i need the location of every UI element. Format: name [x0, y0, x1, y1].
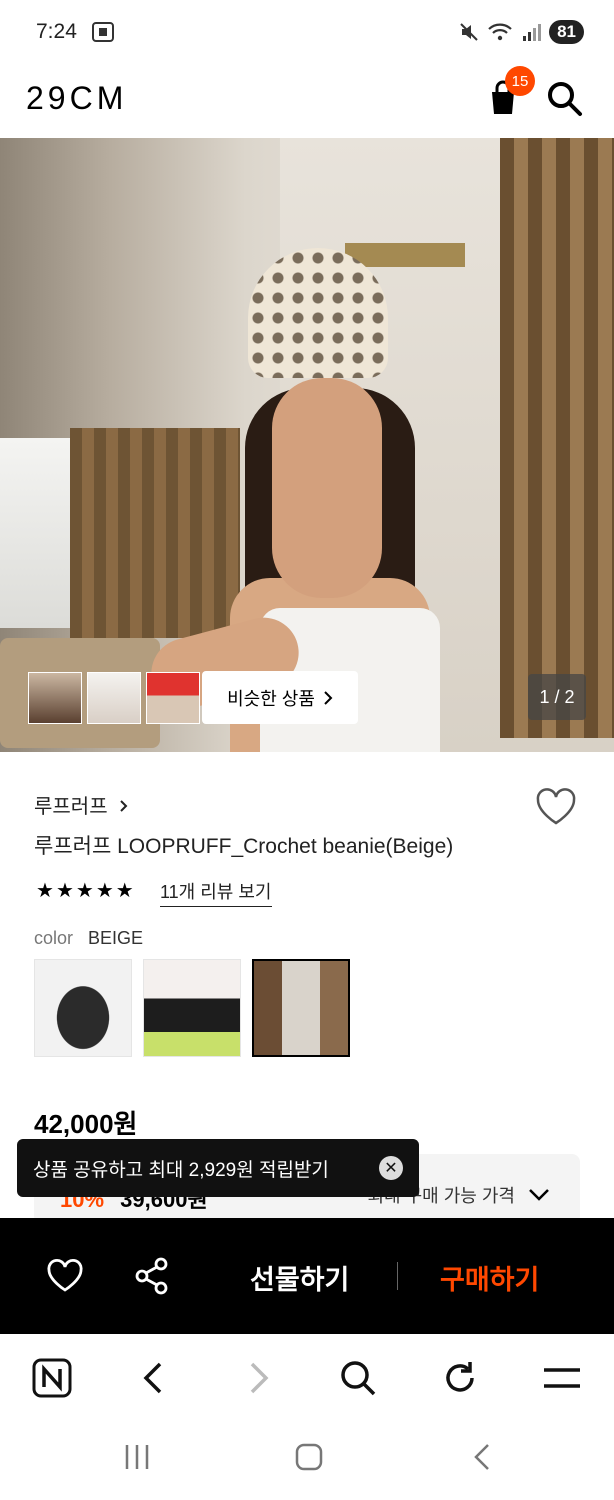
search-icon[interactable] [338, 1358, 378, 1398]
share-icon[interactable] [133, 1256, 171, 1296]
color-swatches [34, 959, 350, 1057]
heart-icon[interactable] [534, 787, 578, 827]
mute-icon [460, 23, 478, 41]
browser-toolbar [0, 1334, 614, 1422]
rating-stars: ★ ★ ★ ★ ★ [36, 878, 134, 903]
system-navigation [0, 1422, 614, 1500]
review-link[interactable]: 11개 리뷰 보기 [160, 878, 272, 907]
screen-capture-icon [92, 22, 114, 42]
chevron-right-icon [324, 690, 333, 705]
menu-icon[interactable] [542, 1358, 582, 1398]
image-page-indicator: 1 / 2 [528, 674, 586, 720]
naver-home-icon[interactable] [32, 1358, 72, 1398]
image-curtain-right [500, 138, 614, 738]
home-icon[interactable] [294, 1442, 324, 1472]
image-beanie [248, 248, 388, 378]
similar-thumbnail[interactable] [87, 672, 141, 724]
signal-icon [523, 24, 542, 41]
gift-button[interactable]: 선물하기 [250, 1258, 349, 1297]
color-value: BEIGE [88, 928, 144, 948]
image-curtain-left [70, 428, 240, 638]
chevron-right-icon [120, 800, 128, 812]
color-swatch[interactable] [143, 959, 241, 1057]
color-swatch[interactable] [34, 959, 132, 1057]
star-icon: ★ [95, 880, 114, 902]
brand-link[interactable]: 루프러프 [34, 790, 129, 819]
image-model-face [272, 378, 382, 598]
star-icon: ★ [55, 880, 74, 902]
similar-products-button[interactable]: 비슷한 상품 [202, 671, 358, 724]
color-label: color [34, 928, 74, 948]
forward-icon[interactable] [238, 1358, 278, 1398]
refresh-icon[interactable] [440, 1358, 480, 1398]
status-time: 7:24 [36, 20, 77, 43]
close-icon[interactable]: ✕ [379, 1156, 403, 1180]
product-title: 루프러프 LOOPRUFF_Crochet beanie(Beige) [34, 835, 454, 858]
status-icons: 81 [459, 20, 584, 44]
recent-apps-icon[interactable] [122, 1442, 152, 1472]
product-image[interactable] [0, 138, 614, 752]
system-back-icon[interactable] [468, 1442, 498, 1472]
cart-count-badge: 15 [505, 66, 535, 96]
heart-icon[interactable] [46, 1258, 84, 1294]
similar-products-label: 비슷한 상품 [227, 688, 315, 709]
battery-level: 81 [549, 20, 584, 44]
product-price: 42,000원 [34, 1109, 138, 1139]
similar-thumbnail[interactable] [146, 672, 200, 724]
purchase-action-bar: 선물하기 구매하기 [0, 1218, 614, 1334]
star-icon: ★ [36, 880, 54, 902]
brand-name: 루프러프 [34, 796, 108, 818]
app-header: 29CM 15 [0, 62, 614, 138]
chevron-down-icon [529, 1189, 549, 1201]
buy-button[interactable]: 구매하기 [440, 1258, 539, 1297]
brand-logo[interactable]: 29CM [26, 80, 127, 117]
back-icon[interactable] [134, 1358, 174, 1398]
color-option: color BEIGE [34, 928, 143, 949]
similar-thumbnails [28, 672, 200, 724]
status-bar: 7:24 81 [0, 0, 614, 62]
star-icon: ★ [75, 880, 94, 902]
similar-thumbnail[interactable] [28, 672, 82, 724]
star-icon: ★ [115, 880, 134, 902]
wifi-icon [488, 23, 512, 41]
search-icon[interactable] [546, 80, 584, 118]
action-divider [397, 1262, 398, 1290]
toast-text: 상품 공유하고 최대 2,929원 적립받기 [33, 1159, 329, 1181]
share-reward-toast[interactable]: 상품 공유하고 최대 2,929원 적립받기 ✕ [17, 1139, 419, 1197]
color-swatch-selected[interactable] [252, 959, 350, 1057]
